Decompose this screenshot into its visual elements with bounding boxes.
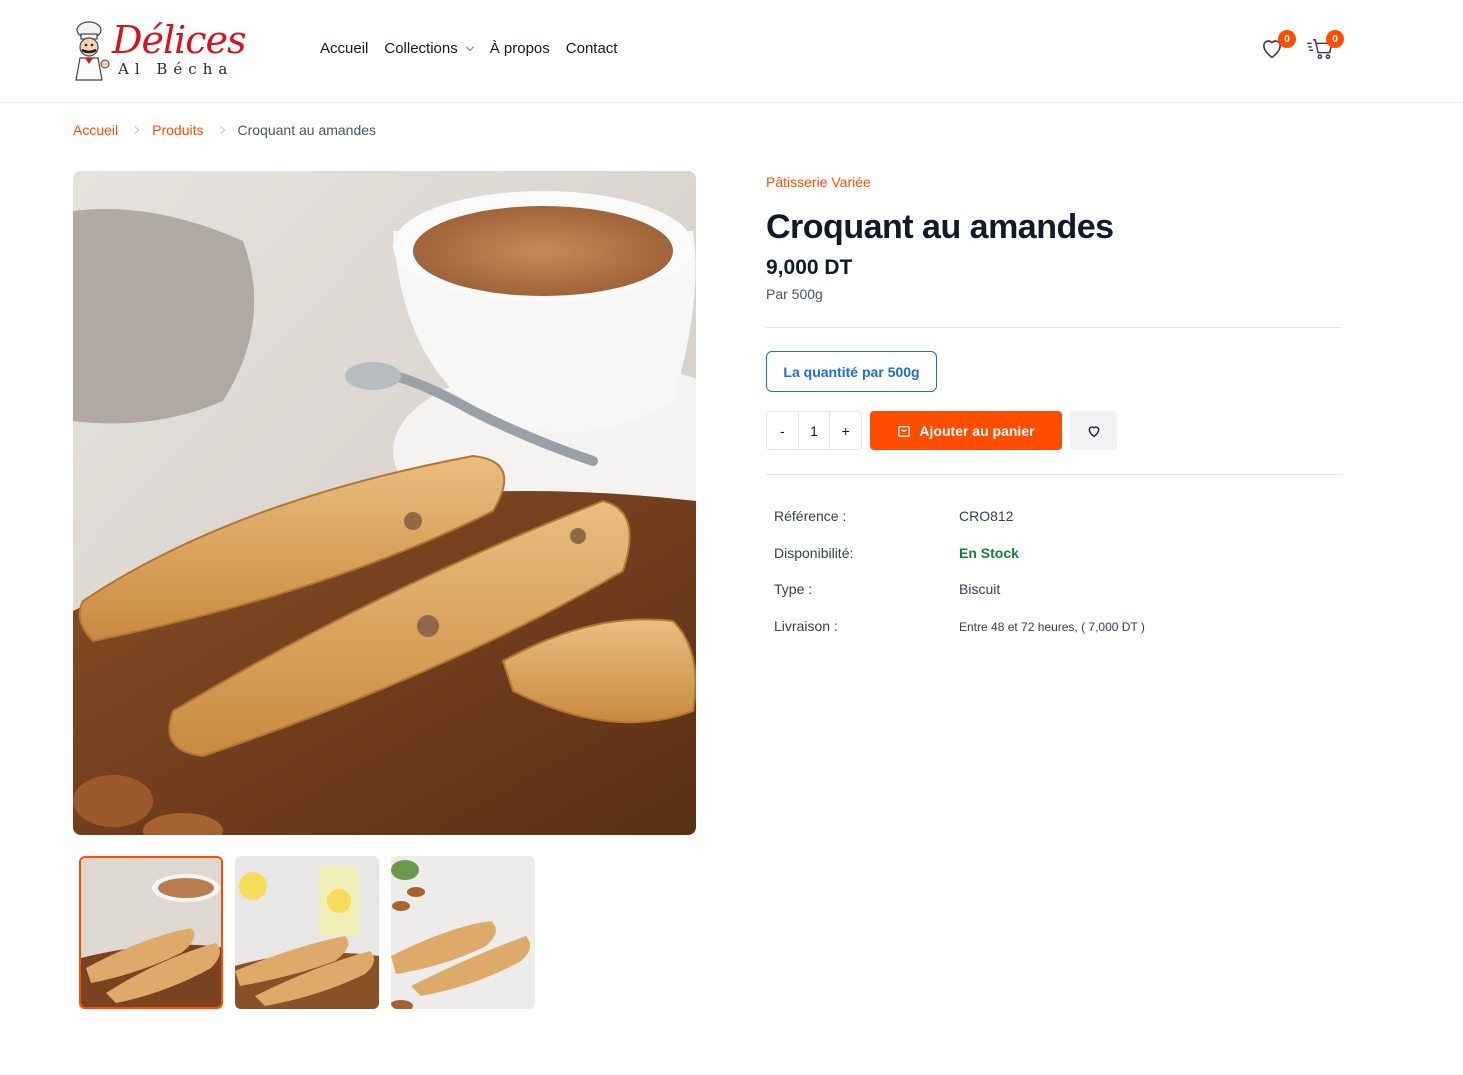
product-price: 9,000 DT [766, 256, 853, 279]
nav-item-collections[interactable]: Collections [384, 40, 474, 57]
spec-row-availability: Disponibilité: En Stock [774, 545, 1145, 582]
nav-item-contact[interactable]: Contact [566, 40, 618, 57]
product-main-image[interactable] [73, 171, 696, 835]
spec-row-delivery: Livraison : Entre 48 et 72 heures, ( 7,0… [774, 618, 1145, 655]
product-unit: Par 500g [766, 286, 823, 302]
divider [766, 474, 1342, 475]
breadcrumb-current: Croquant au amandes [237, 122, 377, 138]
cart-count-badge: 0 [1326, 30, 1344, 48]
shopping-bag-icon [898, 425, 911, 437]
product-title: Croquant au amandes [766, 208, 1114, 246]
brand-name-script: Délices [112, 18, 247, 62]
breadcrumb-home[interactable]: Accueil [73, 122, 118, 138]
spec-value: Biscuit [959, 581, 1001, 597]
header-actions: 0 0 [1258, 30, 1344, 62]
spec-label: Référence : [774, 508, 847, 524]
product-category[interactable]: Pâtisserie Variée [766, 174, 871, 190]
brand-name-sub: Al Bécha [118, 60, 234, 78]
spec-row-type: Type : Biscuit [774, 581, 1145, 618]
product-thumbnails [79, 856, 535, 1009]
breadcrumb-separator-icon [216, 125, 225, 135]
breadcrumb-separator-icon [130, 125, 140, 135]
spec-label: Disponibilité: [774, 544, 854, 561]
brand-logo[interactable]: Délices Al Bécha [72, 18, 247, 84]
quantity-option-button[interactable]: La quantité par 500g [766, 351, 937, 392]
add-to-wishlist-button[interactable] [1070, 411, 1117, 450]
wishlist-count-badge: 0 [1278, 30, 1296, 48]
breadcrumb-products[interactable]: Produits [152, 122, 203, 138]
decrement-button[interactable]: - [767, 412, 798, 449]
product-photo [73, 171, 696, 835]
thumbnail-3[interactable] [391, 856, 535, 1009]
thumbnail-1[interactable] [79, 856, 223, 1009]
site-header: Délices Al Bécha Accueil Collections À p… [0, 0, 1463, 103]
breadcrumb: Accueil Produits Croquant au amandes [73, 122, 376, 138]
spec-value: CRO812 [959, 508, 1014, 524]
thumbnail-photo [391, 856, 535, 1009]
thumbnail-2[interactable] [235, 856, 379, 1009]
spec-value: Entre 48 et 72 heures, ( 7,000 DT ) [959, 619, 1145, 634]
add-to-cart-label: Ajouter au panier [919, 422, 1035, 439]
quantity-stepper: - 1 + [766, 411, 862, 450]
spec-label: Livraison : [774, 617, 838, 634]
nav-item-collections-label: Collections [384, 40, 458, 57]
divider [766, 327, 1342, 328]
chevron-down-icon [465, 42, 474, 51]
wishlist-button[interactable]: 0 [1258, 30, 1296, 62]
stock-status: En Stock [959, 544, 1019, 561]
quantity-input[interactable]: 1 [797, 412, 831, 449]
thumbnail-photo [235, 856, 379, 1009]
product-specs: Référence : CRO812 Disponibilité: En Sto… [774, 508, 1145, 654]
main-nav: Accueil Collections À propos Contact [320, 40, 617, 57]
chef-mascot-icon [75, 21, 110, 81]
nav-item-a-propos[interactable]: À propos [490, 40, 550, 57]
cart-button[interactable]: 0 [1306, 30, 1344, 62]
spec-row-reference: Référence : CRO812 [774, 508, 1145, 545]
spec-label: Type : [774, 581, 813, 597]
nav-item-accueil[interactable]: Accueil [320, 40, 368, 57]
add-to-cart-button[interactable]: Ajouter au panier [870, 411, 1062, 450]
heart-icon [1088, 425, 1099, 437]
increment-button[interactable]: + [830, 412, 861, 449]
thumbnail-photo [81, 858, 221, 1007]
